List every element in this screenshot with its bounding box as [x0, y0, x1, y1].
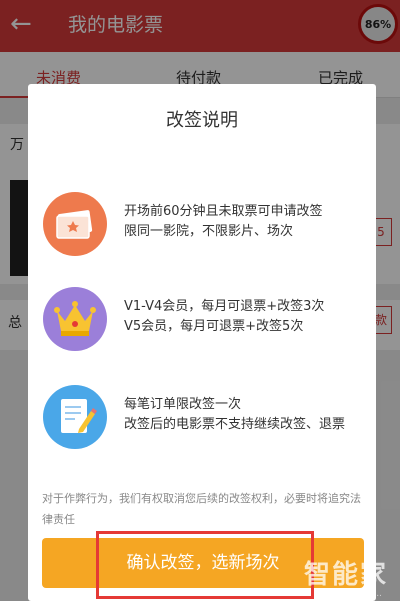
rule-time-line2: 限同一影院，不限影片、场次 [124, 224, 294, 239]
watermark-url: www.zn... [338, 589, 382, 599]
watermark-logo: 智能家 [303, 560, 388, 590]
rebook-dialog: 改签说明 开场前60分钟且未取票可申请改签 限同一影院，不限影片、场次 V1-V… [28, 84, 376, 601]
rule-limit-line2: 改签后的电影票不支持继续改签、退票 [124, 417, 346, 432]
rule-item-time: 开场前60分钟且未取票可申请改签 限同一影院，不限影片、场次 [28, 192, 376, 272]
rule-time-line1: 开场前60分钟且未取票可申请改签 [124, 204, 323, 219]
rule-member-line2: V5会员，每月可退票+改签5次 [124, 319, 304, 334]
rule-member-line1: V1-V4会员，每月可退票+改签3次 [124, 299, 325, 314]
rule-limit-line1: 每笔订单限改签一次 [124, 397, 242, 412]
crown-icon [43, 287, 107, 351]
rule-item-limit: 每笔订单限改签一次 改签后的电影票不支持继续改签、退票 [28, 385, 376, 465]
cheating-disclaimer: 对于作弊行为，我们有权取消您后续的改签权利，必要时将追究法律责任 [42, 492, 361, 526]
note-pencil-icon [43, 385, 107, 449]
dialog-title: 改签说明 [166, 110, 238, 131]
ticket-icon [43, 192, 107, 256]
rule-item-member: V1-V4会员，每月可退票+改签3次 V5会员，每月可退票+改签5次 [28, 287, 376, 367]
